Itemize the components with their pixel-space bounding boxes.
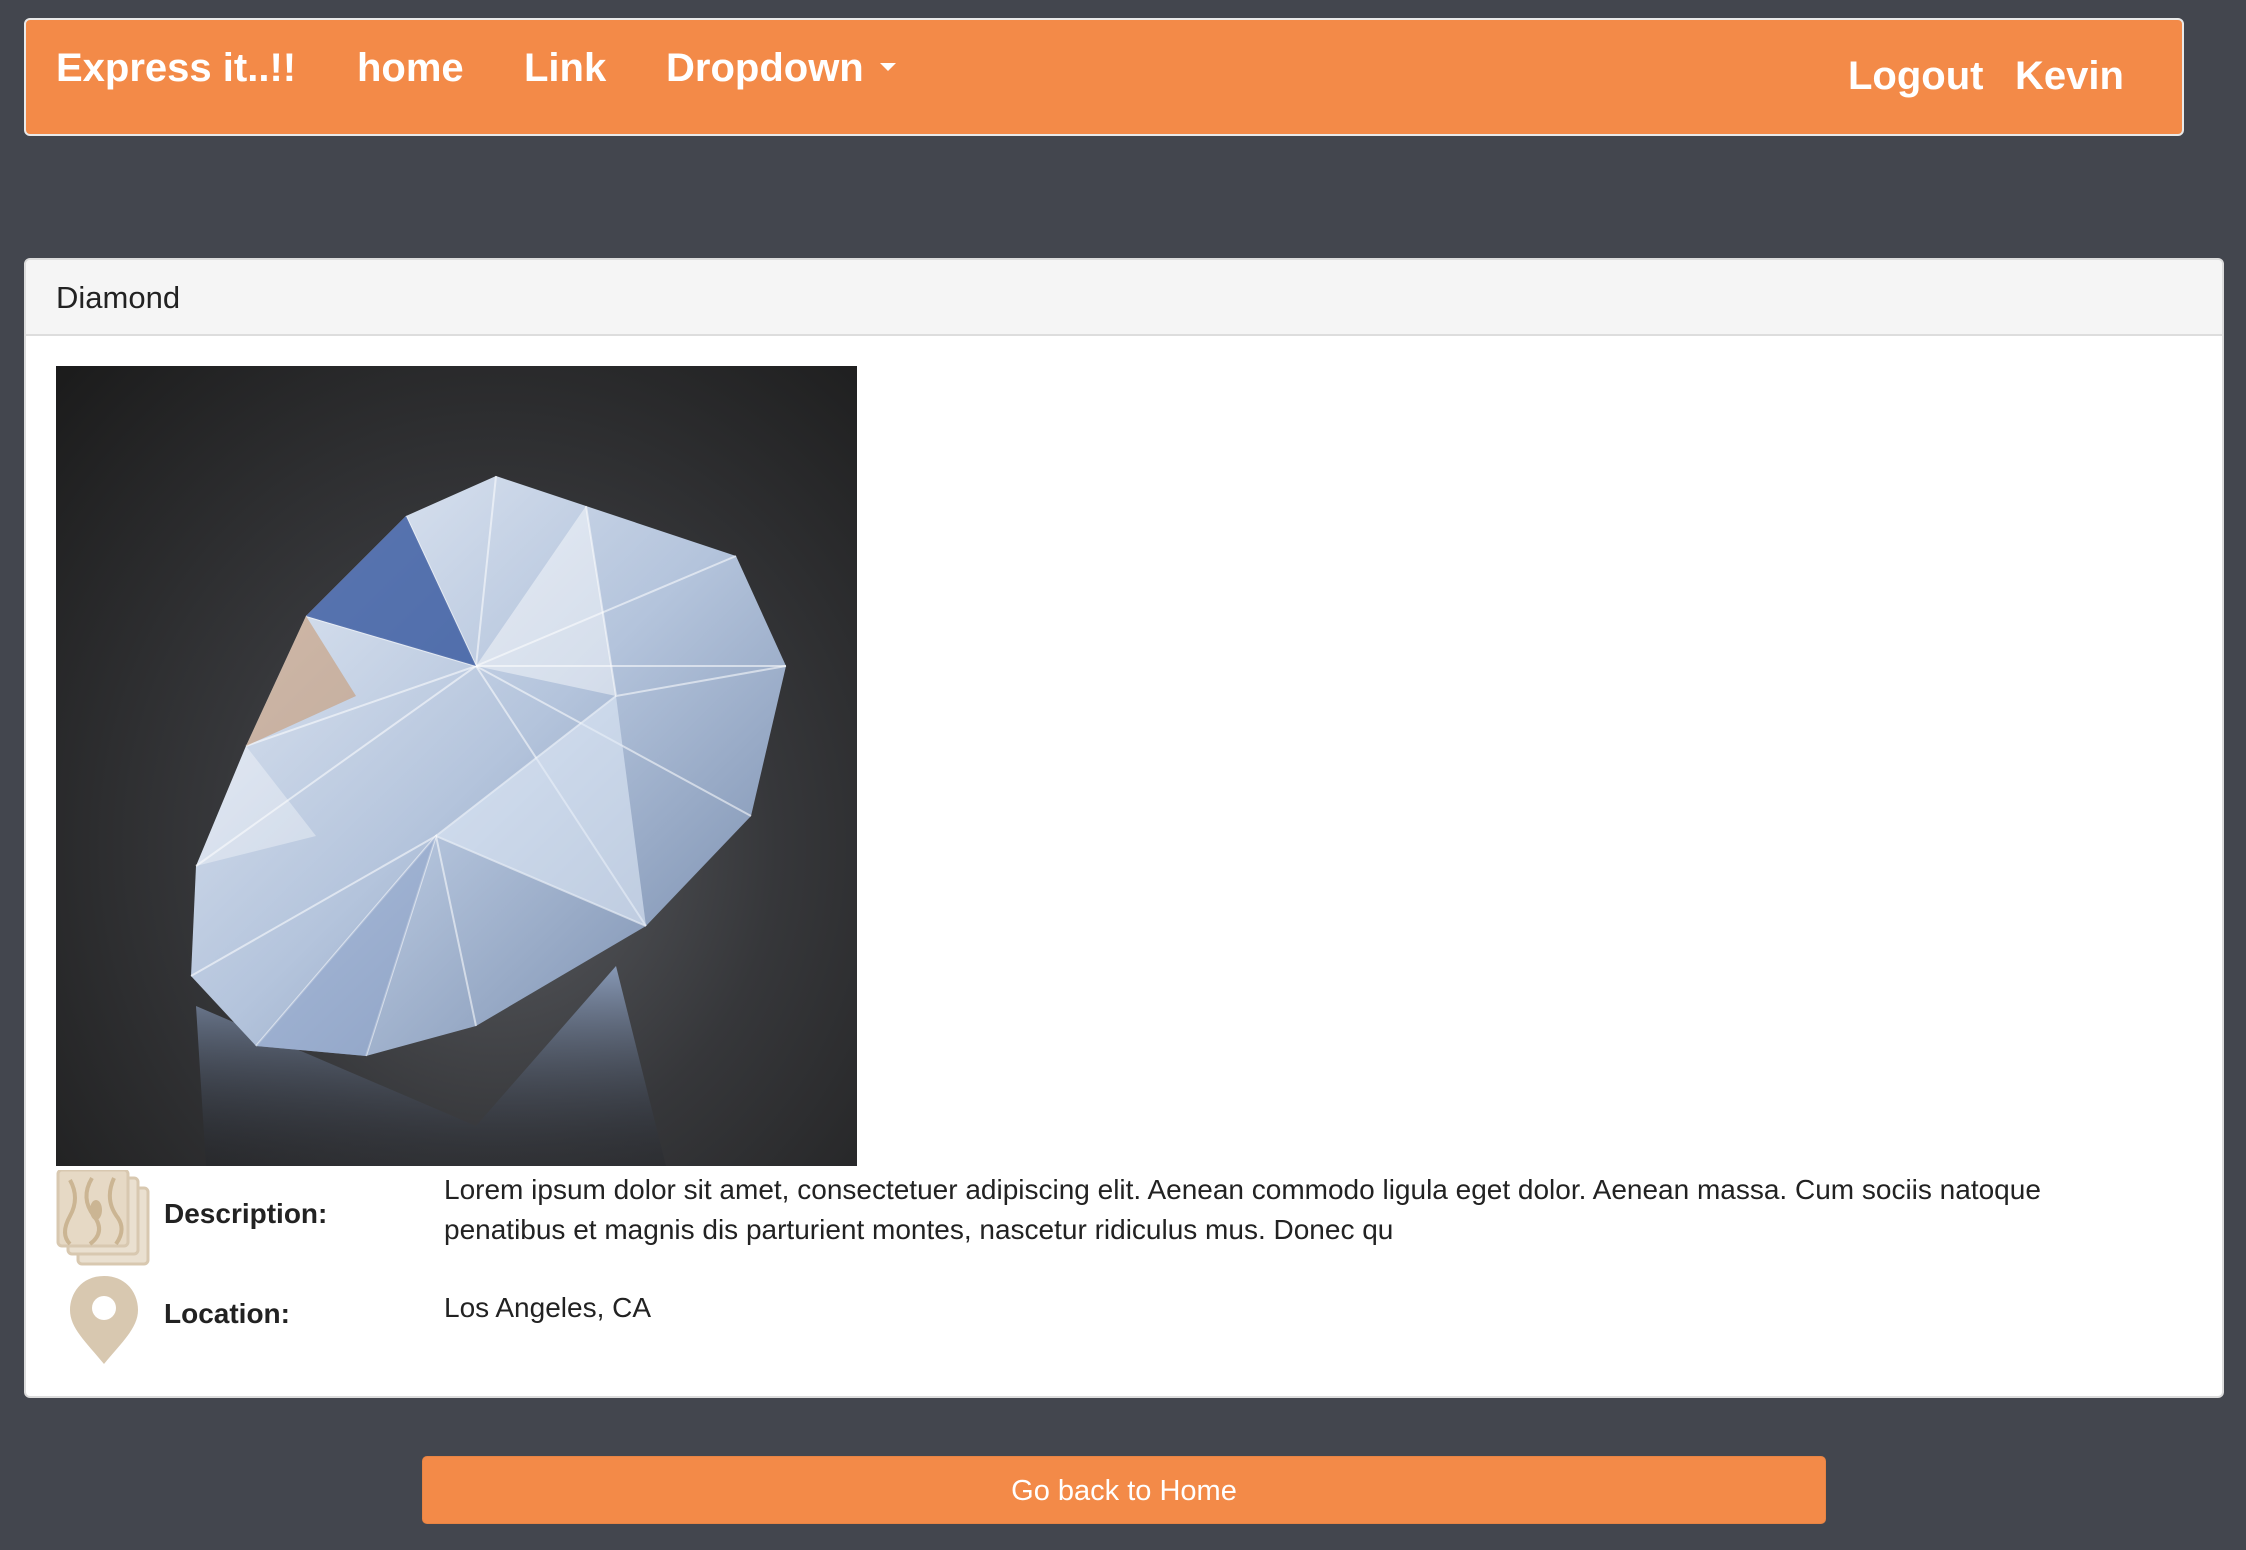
diamond-photo	[56, 366, 857, 1166]
go-back-home-button[interactable]: Go back to Home	[422, 1456, 1826, 1524]
location-label: Location:	[164, 1298, 290, 1329]
nav-home-link[interactable]: home	[357, 44, 464, 92]
nav-dropdown[interactable]: Dropdown	[666, 44, 896, 92]
description-label: Description:	[164, 1198, 328, 1229]
user-name-link[interactable]: Kevin	[2015, 52, 2124, 100]
nav-dropdown-label: Dropdown	[666, 46, 864, 90]
caret-down-icon	[879, 63, 896, 72]
location-pin-icon	[56, 1270, 152, 1371]
item-panel: Diamond Description: Lorem ipsum dolor s…	[24, 258, 2224, 1398]
description-text: Lorem ipsum dolor sit amet, consectetuer…	[444, 1174, 2041, 1245]
description-icon	[56, 1168, 152, 1271]
description-row: Description: Lorem ipsum dolor sit amet,…	[56, 1168, 2176, 1271]
location-text: Los Angeles, CA	[444, 1292, 652, 1323]
logout-link[interactable]: Logout	[1848, 52, 1984, 100]
location-row: Location: Los Angeles, CA	[56, 1270, 2176, 1370]
nav-link[interactable]: Link	[524, 44, 606, 92]
panel-title: Diamond	[26, 260, 2222, 336]
top-navbar: Express it..!! home Link Dropdown Logout…	[24, 18, 2184, 136]
brand-link[interactable]: Express it..!!	[56, 44, 296, 92]
